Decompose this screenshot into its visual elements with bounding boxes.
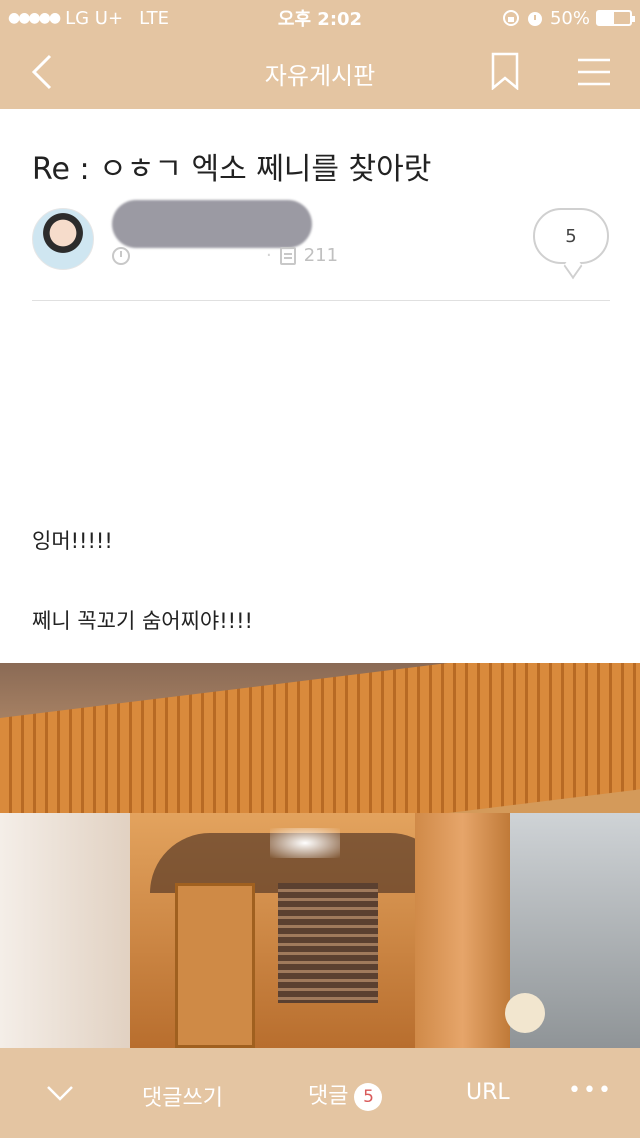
meta-separator: · <box>266 245 272 266</box>
status-bar: ●●●●● LG U+ LTE 오후 2:02 50% <box>0 0 640 36</box>
divider <box>32 300 610 301</box>
battery-percent: 50% <box>549 7 590 29</box>
views-icon <box>279 246 296 265</box>
view-count: 211 <box>303 245 339 266</box>
photo-region <box>175 883 255 1048</box>
signal-strength-icon: ●●●●● <box>8 10 61 26</box>
url-button[interactable]: URL <box>466 1080 510 1105</box>
avatar[interactable] <box>32 208 94 270</box>
comments-count-badge: 5 <box>354 1083 383 1111</box>
author-name-redacted <box>112 200 312 248</box>
status-right: 50% <box>502 7 635 29</box>
comment-count: 5 <box>565 225 577 247</box>
network-label: LTE <box>139 7 169 29</box>
post-title: Re : ㅇㅎㄱ 엑소 쩨니를 찾아랏 <box>32 152 432 187</box>
post-photo[interactable] <box>0 663 640 1048</box>
nav-bar: 자유게시판 <box>0 36 640 109</box>
comments-button[interactable]: 댓글 5 <box>308 1078 383 1111</box>
photo-region <box>505 993 545 1033</box>
photo-region <box>278 883 378 1003</box>
clock-icon <box>112 246 130 265</box>
photo-region <box>270 828 340 858</box>
post-body-line: 쩨니 꼭꼬기 숨어찌야!!!! <box>32 609 253 633</box>
chevron-down-icon[interactable] <box>46 1084 74 1102</box>
bottom-bar: 댓글쓰기 댓글 5 URL ••• <box>0 1048 640 1138</box>
post-body-line: 잉머!!!!! <box>32 529 113 553</box>
comment-count-button[interactable]: 5 <box>533 208 609 264</box>
battery-fill <box>598 12 614 24</box>
menu-icon[interactable] <box>576 56 612 88</box>
carrier-label: LG U+ <box>65 7 124 29</box>
page-title: 자유게시판 <box>264 62 376 90</box>
status-left: ●●●●● LG U+ LTE <box>8 8 169 29</box>
rotation-lock-icon <box>502 10 519 26</box>
comments-label: 댓글 <box>308 1084 349 1109</box>
photo-region <box>415 813 510 1048</box>
alarm-icon <box>527 12 542 26</box>
post-meta: · 211 <box>112 245 338 266</box>
more-icon[interactable]: ••• <box>568 1078 613 1103</box>
write-comment-button[interactable]: 댓글쓰기 <box>142 1080 223 1112</box>
bookmark-icon[interactable] <box>490 52 520 90</box>
battery-icon <box>596 10 635 26</box>
photo-region <box>0 813 140 1048</box>
